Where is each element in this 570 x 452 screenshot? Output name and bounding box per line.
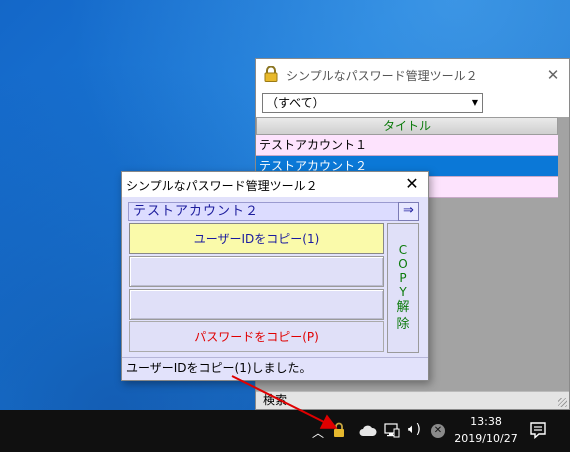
empty-copy-button-2[interactable] xyxy=(129,289,384,320)
account-name: テストアカウント２ xyxy=(128,202,418,221)
grid-header-title[interactable]: タイトル xyxy=(256,117,558,135)
popup-close-button[interactable]: ✕ xyxy=(400,173,424,195)
copy-release-char: O xyxy=(398,257,408,271)
copy-release-char: 解 xyxy=(396,300,410,315)
clock-date: 2019/10/27 xyxy=(454,432,518,445)
volume-icon[interactable]: 🔈︎) xyxy=(408,422,421,437)
dropdown-arrow-icon: ▼ xyxy=(471,98,478,107)
main-window-titlebar[interactable]: シンプルなパスワード管理ツール２ ✕ xyxy=(256,59,569,90)
search-label[interactable]: 検索 xyxy=(263,393,287,407)
popup-window: シンプルなパスワード管理ツール２ ✕ テストアカウント２ ⇒ ユーザーIDをコピ… xyxy=(121,171,429,381)
grid-row[interactable]: テストアカウント１ xyxy=(256,135,558,156)
copy-user-id-button[interactable]: ユーザーIDをコピー(1) xyxy=(129,223,384,254)
copy-password-button[interactable]: パスワードをコピー(P) xyxy=(129,321,384,352)
copy-release-button[interactable]: C O P Y 解 除 xyxy=(387,223,419,353)
network-icon[interactable] xyxy=(384,423,400,441)
popup-titlebar[interactable]: シンプルなパスワード管理ツール２ ✕ xyxy=(122,172,428,197)
popup-status-message: ユーザーIDをコピー(1)しました。 xyxy=(122,357,428,380)
close-circle-icon[interactable]: ✕ xyxy=(431,424,445,438)
clock-time: 13:38 xyxy=(470,415,502,428)
next-account-button[interactable]: ⇒ xyxy=(398,202,419,221)
filter-dropdown[interactable]: （すべて） ▼ xyxy=(262,93,483,113)
popup-title: シンプルなパスワード管理ツール２ xyxy=(126,179,318,193)
lock-icon xyxy=(264,65,278,85)
taskbar: ︿ 🔈︎) ✕ 13:38 2019/10/27 xyxy=(0,410,570,452)
main-status-bar: 検索 xyxy=(256,391,569,409)
chevron-up-icon[interactable]: ︿ xyxy=(312,424,324,441)
main-window-title: シンプルなパスワード管理ツール２ xyxy=(286,69,478,83)
main-window-close-button[interactable]: ✕ xyxy=(537,59,569,90)
filter-selected-value: （すべて） xyxy=(266,96,325,110)
copy-release-char: 除 xyxy=(396,317,410,332)
taskbar-clock[interactable]: 13:38 2019/10/27 xyxy=(452,413,520,447)
empty-copy-button-1[interactable] xyxy=(129,256,384,287)
copy-release-char: Y xyxy=(399,285,407,299)
cloud-icon[interactable] xyxy=(359,425,377,440)
popup-body: テストアカウント２ ⇒ ユーザーIDをコピー(1) パスワードをコピー(P) C… xyxy=(122,197,428,380)
copy-release-char: C xyxy=(398,243,408,257)
copy-release-char: P xyxy=(399,271,407,285)
notification-icon[interactable] xyxy=(529,421,547,440)
tray-lock-icon[interactable] xyxy=(333,422,345,441)
resize-grip-icon[interactable] xyxy=(558,398,567,407)
filter-area: （すべて） ▼ xyxy=(256,90,569,117)
